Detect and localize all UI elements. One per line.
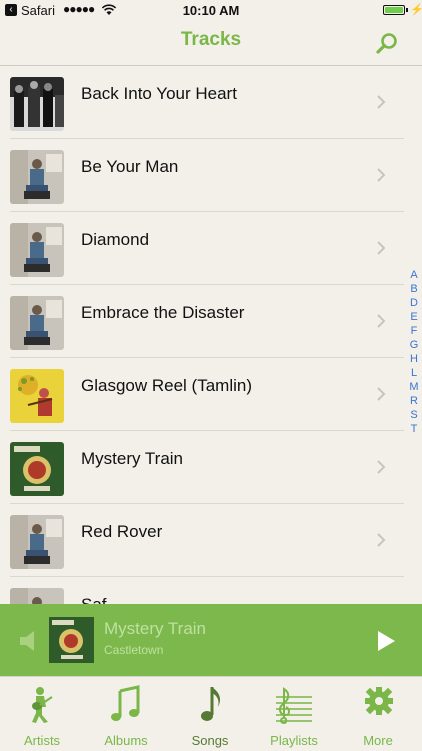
navigation-bar: Tracks xyxy=(0,22,422,66)
index-letter[interactable]: T xyxy=(408,422,420,436)
index-letter[interactable]: S xyxy=(408,408,420,422)
treble-clef-staff-icon xyxy=(276,687,312,724)
now-playing-bar[interactable]: Mystery Train Castletown xyxy=(0,604,422,676)
track-row[interactable]: Be Your Man xyxy=(0,139,422,212)
index-letter[interactable]: L xyxy=(408,366,420,380)
track-title: Diamond xyxy=(81,230,150,249)
tab-more[interactable]: More xyxy=(336,677,420,751)
track-title: Mystery Train xyxy=(81,449,184,468)
now-playing-album-art xyxy=(49,617,94,663)
album-art xyxy=(10,223,64,277)
album-art xyxy=(10,442,64,496)
track-title: Embrace the Disaster xyxy=(81,303,245,322)
index-letter[interactable]: F xyxy=(408,324,420,338)
track-title: Red Rover xyxy=(81,522,163,541)
track-row[interactable]: Saf... xyxy=(0,577,422,604)
album-art xyxy=(10,369,64,423)
tab-songs[interactable]: Songs xyxy=(168,677,252,751)
tab-bar: Artists Albums Songs Playlists More xyxy=(0,676,422,750)
now-playing-title: Mystery Train xyxy=(104,619,207,638)
play-icon[interactable] xyxy=(376,630,396,652)
album-art xyxy=(10,296,64,350)
guitarist-icon xyxy=(32,687,53,723)
section-index[interactable]: ABDEFGHLMRST xyxy=(408,268,420,436)
index-letter[interactable]: D xyxy=(408,296,420,310)
index-letter[interactable]: H xyxy=(408,352,420,366)
index-letter[interactable]: M xyxy=(408,380,420,394)
chevron-right-icon xyxy=(377,95,386,109)
track-row[interactable]: Diamond xyxy=(0,212,422,285)
chevron-right-icon xyxy=(377,314,386,328)
tab-label: Artists xyxy=(23,733,61,748)
album-art xyxy=(10,515,64,569)
status-time: 10:10 AM xyxy=(182,3,240,18)
track-title: Saf... xyxy=(81,595,121,604)
track-row[interactable]: Mystery Train xyxy=(0,431,422,504)
tab-label: More xyxy=(363,733,393,748)
tab-label: Albums xyxy=(104,733,148,748)
charging-bolt-icon: ⚡ xyxy=(410,4,422,16)
chevron-right-icon xyxy=(377,168,386,182)
chevron-right-icon xyxy=(377,387,386,401)
track-title: Back Into Your Heart xyxy=(81,84,237,103)
battery-icon xyxy=(383,5,405,15)
now-playing-artist: Castletown xyxy=(104,643,164,657)
chevron-right-icon xyxy=(377,241,386,255)
gear-icon xyxy=(365,687,393,715)
music-note-icon xyxy=(111,685,140,721)
battery-tip xyxy=(406,8,408,12)
tab-label: Songs xyxy=(191,733,229,748)
track-row[interactable]: Red Rover xyxy=(0,504,422,577)
tab-albums[interactable]: Albums xyxy=(84,677,168,751)
track-row[interactable]: Glasgow Reel (Tamlin) xyxy=(0,358,422,431)
track-title: Glasgow Reel (Tamlin) xyxy=(81,376,252,395)
album-art xyxy=(10,588,64,604)
index-letter[interactable]: R xyxy=(408,394,420,408)
track-title: Be Your Man xyxy=(81,157,179,176)
page-title: Tracks xyxy=(180,29,242,50)
tab-playlists[interactable]: Playlists xyxy=(252,677,336,751)
track-row[interactable]: Embrace the Disaster xyxy=(0,285,422,358)
track-list[interactable]: Back Into Your Heart Be Your Man Diamond… xyxy=(0,66,422,604)
track-row[interactable]: Back Into Your Heart xyxy=(0,66,422,139)
eighth-note-icon xyxy=(201,687,220,721)
index-letter[interactable]: G xyxy=(408,338,420,352)
chevron-right-icon xyxy=(377,460,386,474)
tab-label: Playlists xyxy=(270,733,318,748)
battery-level xyxy=(385,7,403,13)
tab-artists[interactable]: Artists xyxy=(0,677,84,751)
speaker-icon[interactable] xyxy=(18,629,38,653)
album-art xyxy=(10,77,64,131)
index-letter[interactable]: B xyxy=(408,282,420,296)
search-icon[interactable] xyxy=(375,31,399,55)
status-bar: ‹ Safari ●●●●● 10:10 AM ⚡ xyxy=(0,0,422,22)
chevron-right-icon xyxy=(377,533,386,547)
album-art xyxy=(10,150,64,204)
index-letter[interactable]: E xyxy=(408,310,420,324)
index-letter[interactable]: A xyxy=(408,268,420,282)
